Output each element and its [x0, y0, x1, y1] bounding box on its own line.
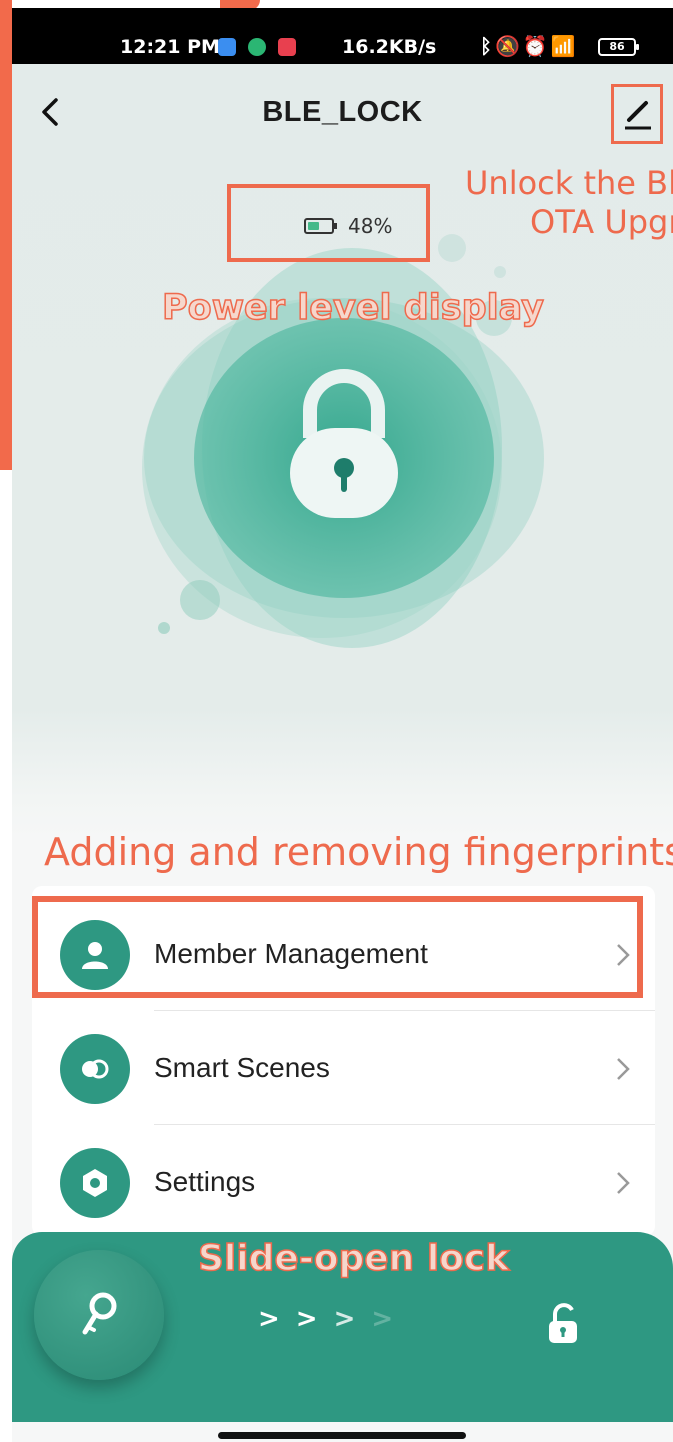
chevron-right-icon [617, 1172, 630, 1194]
arrow-glyph: > [295, 1304, 334, 1334]
signal-icon: 📶 [550, 34, 579, 58]
menu-divider [154, 1124, 655, 1125]
menu-item-smart-scenes[interactable]: Smart Scenes [32, 1012, 655, 1124]
bluetooth-icon: ᛒ [480, 34, 495, 58]
unlock-icon [549, 1303, 577, 1343]
annotation-slide-lock: Slide-open lock [197, 1237, 510, 1280]
mute-icon: 🔕 [495, 34, 523, 58]
scenes-toggle-icon [82, 1059, 109, 1079]
member-annotation-frame [32, 896, 643, 998]
menu-item-label: Settings [154, 1166, 256, 1197]
annotation-power-level: Power level display [161, 287, 544, 329]
decorative-side-bar [0, 0, 12, 470]
slide-arrows: >>>> [258, 1304, 409, 1334]
annotation-ota-line2: OTA Upgr [530, 203, 673, 241]
annotation-ota-line1: Unlock the Bl [465, 164, 673, 202]
battery-percentage: 48% [348, 214, 393, 238]
menu-icon-circle [60, 1034, 130, 1104]
status-time: 12:21 PM [120, 36, 220, 58]
pencil-icon [625, 101, 651, 130]
status-bar: 12:21 PM 16.2KB/s ᛒ🔕⏰📶 86 [12, 8, 673, 64]
battery-fill [308, 222, 319, 230]
status-battery-icon: 86 [598, 38, 639, 56]
key-icon [82, 1292, 117, 1335]
gear-icon [83, 1169, 107, 1197]
phone-screen: 12:21 PM 16.2KB/s ᛒ🔕⏰📶 86 BLE_LOCK 48% U… [12, 8, 673, 1442]
slide-unlock-handle[interactable] [34, 1250, 164, 1380]
battery-icon [304, 218, 337, 234]
menu-item-label: Smart Scenes [154, 1052, 330, 1083]
arrow-glyph: > [258, 1304, 296, 1334]
menu-icon-circle [60, 1148, 130, 1218]
arrow-glyph: > [371, 1304, 410, 1334]
status-icons: ᛒ🔕⏰📶 [480, 34, 579, 58]
notification-app-icon-3 [278, 38, 296, 56]
alarm-icon: ⏰ [522, 34, 551, 58]
annotation-fingerprints: Adding and removing fingerprints [44, 830, 673, 874]
notification-app-icon [218, 38, 236, 56]
chevron-right-icon [617, 1058, 630, 1080]
edit-button[interactable] [611, 84, 663, 144]
notification-app-icon-2 [248, 38, 266, 56]
home-indicator[interactable] [218, 1432, 466, 1439]
arrow-glyph: > [333, 1304, 372, 1334]
menu-divider [154, 1010, 655, 1011]
page-title: BLE_LOCK [262, 96, 423, 128]
network-speed: 16.2KB/s [342, 36, 437, 58]
menu-item-settings[interactable]: Settings [32, 1126, 655, 1238]
